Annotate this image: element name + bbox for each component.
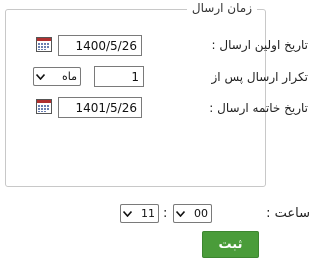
hour-value: 11 <box>141 207 155 220</box>
repeat-unit-value: ماه <box>61 70 77 83</box>
repeat-label: تکرار ارسال پس از <box>211 70 309 84</box>
minute-select[interactable]: 00 <box>173 204 212 223</box>
time-label: ساعت : <box>266 206 310 221</box>
first-send-date-input[interactable] <box>58 35 142 56</box>
send-time-legend: زمان ارسال <box>186 1 257 15</box>
chevron-down-icon <box>34 73 46 80</box>
minute-value: 00 <box>194 207 208 220</box>
submit-button[interactable]: ثبت <box>202 231 259 258</box>
end-date-input[interactable] <box>58 97 142 118</box>
repeat-unit-select[interactable]: ماه <box>33 67 81 86</box>
time-separator: : <box>163 206 168 221</box>
calendar-icon[interactable] <box>36 37 52 52</box>
end-date-label: تاریخ خاتمه ارسال : <box>209 101 308 115</box>
chevron-down-icon <box>174 210 186 217</box>
repeat-count-input[interactable] <box>94 66 144 87</box>
first-send-label: تاریخ اولین ارسال : <box>211 38 308 52</box>
chevron-down-icon <box>121 210 133 217</box>
calendar-icon[interactable] <box>36 99 52 114</box>
hour-select[interactable]: 11 <box>120 204 159 223</box>
